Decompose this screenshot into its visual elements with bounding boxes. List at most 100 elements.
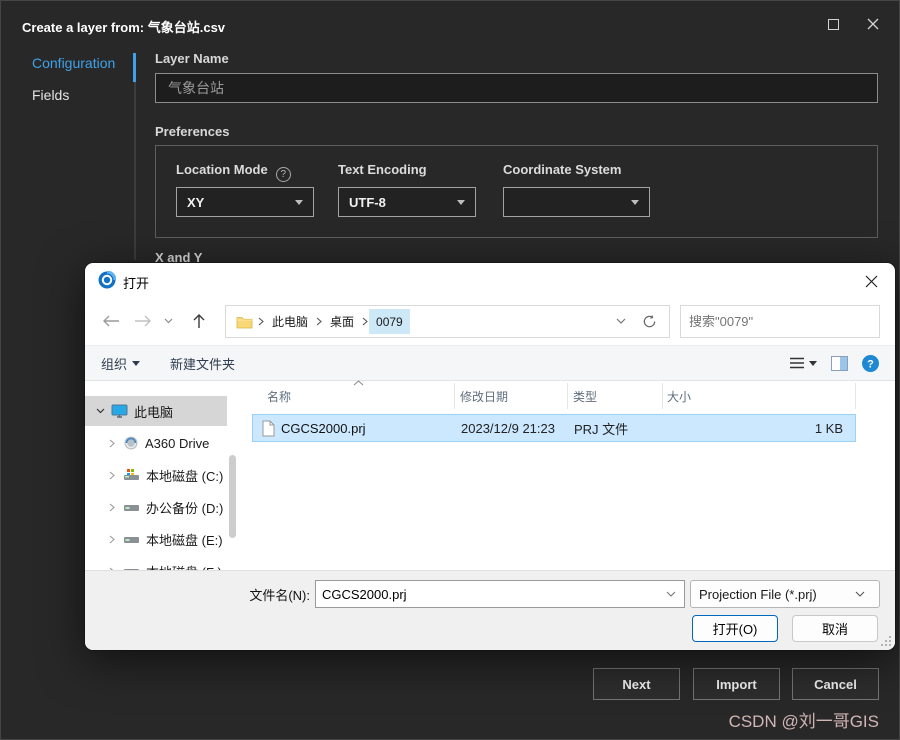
watermark: CSDN @刘一哥GIS	[728, 712, 879, 731]
chevron-expanded-icon	[96, 408, 104, 414]
layer-name-label: Layer Name	[155, 51, 229, 66]
folder-icon	[236, 316, 253, 328]
text-encoding-label: Text Encoding	[338, 162, 427, 177]
back-button[interactable]	[97, 305, 125, 337]
chevron-down-icon	[132, 360, 141, 366]
views-button[interactable]	[790, 357, 817, 369]
breadcrumb-separator-icon	[362, 317, 368, 326]
dialog-toolbar: 组织 新建文件夹 ?	[85, 345, 895, 381]
filename-input[interactable]	[316, 586, 666, 602]
arrow-up-icon	[193, 314, 205, 328]
chevron-collapsed-icon	[109, 535, 115, 543]
file-list: 名称 修改日期 类型 大小 CGCS2000.prj 2023/12/9 21:…	[252, 380, 856, 570]
list-view-icon	[790, 357, 804, 369]
tree-item-disk-e[interactable]: 本地磁盘 (E:)	[85, 524, 227, 554]
page-title: Create a layer from: 气象台站.csv	[22, 20, 226, 35]
address-bar[interactable]: 此电脑 桌面 0079	[225, 305, 670, 338]
drive-icon	[124, 537, 139, 543]
breadcrumb-separator-icon	[316, 317, 322, 326]
tree-item-disk-f[interactable]: 本地磁盘 (F:)	[85, 556, 227, 570]
new-folder-button[interactable]: 新建文件夹	[170, 354, 235, 373]
chevron-down-icon	[164, 318, 172, 324]
preferences-label: Preferences	[155, 124, 230, 139]
tree-item-disk-c[interactable]: 本地磁盘 (C:)	[85, 460, 227, 490]
svg-text:?: ?	[867, 358, 874, 370]
file-icon	[262, 420, 275, 437]
sidebar-active-indicator	[133, 53, 136, 82]
column-header-size[interactable]: 大小	[667, 383, 691, 410]
chevron-down-icon	[631, 199, 639, 205]
organize-button[interactable]: 组织	[101, 354, 141, 373]
help-icon[interactable]: ?	[862, 354, 879, 372]
sidebar-item-fields[interactable]: Fields	[32, 87, 69, 103]
resize-grip[interactable]	[880, 635, 892, 647]
forward-button[interactable]	[129, 305, 157, 337]
location-mode-label: Location Mode?	[176, 162, 291, 182]
address-dropdown-icon[interactable]	[616, 318, 626, 325]
chevron-collapsed-icon	[109, 439, 115, 447]
sidebar-divider	[134, 54, 136, 260]
up-button[interactable]	[185, 305, 213, 337]
file-date: 2023/12/9 21:23	[461, 420, 555, 436]
import-button[interactable]: Import	[693, 668, 780, 700]
cloud-drive-icon	[124, 436, 138, 450]
tree-scrollbar[interactable]	[229, 455, 236, 538]
next-button[interactable]: Next	[593, 668, 680, 700]
close-button[interactable]	[858, 14, 888, 34]
recent-locations-button[interactable]	[159, 305, 177, 337]
preview-pane-icon[interactable]	[831, 355, 848, 371]
filename-combo[interactable]	[315, 580, 685, 608]
coordinate-system-label: Coordinate System	[503, 162, 622, 177]
file-size: 1 KB	[814, 420, 843, 436]
coordinate-system-select[interactable]	[503, 187, 650, 217]
column-header-date[interactable]: 修改日期	[460, 383, 508, 410]
arrow-right-icon	[135, 315, 151, 327]
location-mode-select[interactable]: XY	[176, 187, 314, 217]
dialog-titlebar[interactable]: 打开	[85, 263, 895, 297]
chevron-collapsed-icon	[109, 471, 115, 479]
dialog-footer: 文件名(N): Projection File (*.prj) 打开(O) 取消	[85, 570, 895, 650]
tree-item-disk-d[interactable]: 办公备份 (D:)	[85, 492, 227, 522]
chevron-down-icon	[809, 360, 817, 366]
tree-item-a360-drive[interactable]: A360 Drive	[85, 428, 227, 458]
file-open-dialog: 打开 此电脑 桌面 0079 搜索"0079" 组织 新建文件夹 ? 此电脑 A…	[85, 263, 895, 650]
close-icon	[867, 18, 879, 30]
tree-item-this-pc[interactable]: 此电脑	[85, 396, 227, 426]
maximize-icon	[827, 18, 839, 30]
filetype-select[interactable]: Projection File (*.prj)	[690, 580, 880, 608]
cancel-button[interactable]: Cancel	[792, 668, 879, 700]
drive-icon	[124, 505, 139, 511]
breadcrumb-desktop[interactable]: 桌面	[323, 309, 361, 334]
folder-tree: 此电脑 A360 Drive 本地磁盘 (C:) 办公备份 (D:) 本地磁盘	[85, 381, 227, 570]
file-type: PRJ 文件	[574, 421, 629, 437]
text-encoding-select[interactable]: UTF-8	[338, 187, 476, 217]
breadcrumb-current-folder[interactable]: 0079	[369, 309, 410, 334]
breadcrumb-this-pc[interactable]: 此电脑	[265, 309, 315, 334]
arrow-left-icon	[103, 315, 119, 327]
sort-ascending-icon	[353, 380, 364, 386]
chevron-down-icon	[295, 199, 303, 205]
dialog-cancel-button[interactable]: 取消	[792, 615, 878, 642]
file-row-selected[interactable]: CGCS2000.prj 2023/12/9 21:23 PRJ 文件 1 KB	[252, 414, 856, 442]
chevron-collapsed-icon	[109, 503, 115, 511]
search-box[interactable]	[680, 305, 880, 338]
dialog-app-icon	[98, 271, 116, 289]
dialog-close-button[interactable]	[861, 272, 881, 290]
sidebar-item-configuration[interactable]: Configuration	[32, 55, 115, 71]
breadcrumb-separator-icon	[258, 317, 264, 326]
column-header-type[interactable]: 类型	[573, 383, 597, 410]
open-button[interactable]: 打开(O)	[692, 615, 778, 642]
filename-label: 文件名(N):	[249, 588, 310, 603]
refresh-icon[interactable]	[642, 314, 657, 329]
app-window: Create a layer from: 气象台站.csv Configurat…	[0, 0, 900, 740]
search-input[interactable]	[681, 314, 873, 329]
preferences-panel: Location Mode? XY Text Encoding UTF-8 Co…	[155, 145, 878, 238]
chevron-down-icon	[855, 591, 865, 597]
dialog-title: 打开	[123, 276, 150, 291]
help-icon[interactable]: ?	[275, 167, 291, 182]
column-header-name[interactable]: 名称	[267, 383, 291, 410]
file-name: CGCS2000.prj	[281, 420, 366, 436]
layer-name-input[interactable]	[155, 73, 878, 103]
chevron-down-icon[interactable]	[666, 591, 676, 598]
maximize-button[interactable]	[818, 14, 848, 34]
